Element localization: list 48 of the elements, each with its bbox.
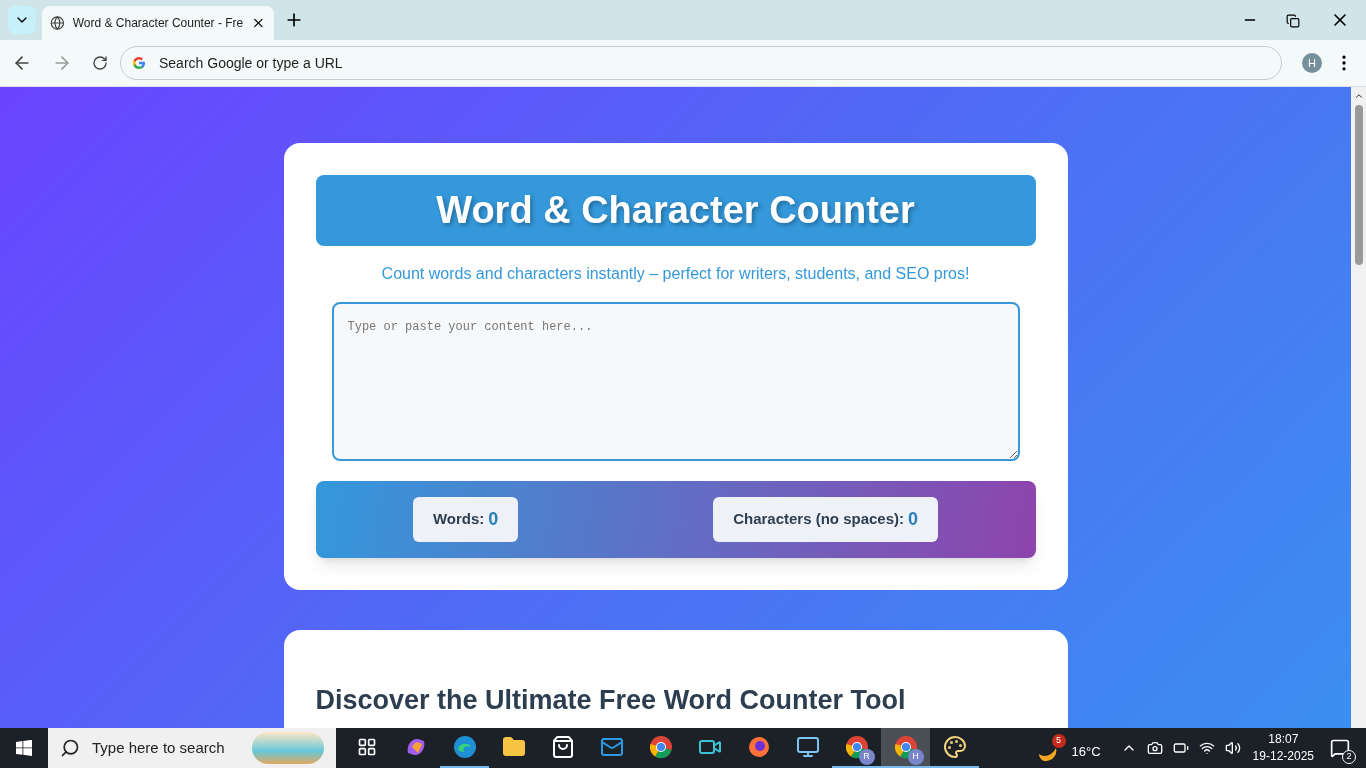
wave-logo-icon xyxy=(452,735,477,759)
beach-illustration-icon xyxy=(252,732,324,764)
volume-icon[interactable] xyxy=(1224,740,1241,756)
stat-value: 0 xyxy=(488,508,499,531)
address-bar[interactable]: Search Google or type a URL xyxy=(120,46,1282,80)
notification-count: 2 xyxy=(1342,750,1356,764)
address-input[interactable]: Search Google or type a URL xyxy=(159,52,1271,74)
task-view-icon xyxy=(356,737,377,757)
article-heading: Discover the Ultimate Free Word Counter Tool xyxy=(315,684,907,717)
camera-icon[interactable] xyxy=(1146,740,1163,756)
wifi-icon[interactable] xyxy=(1198,740,1215,756)
clock-time: 18:07 xyxy=(1268,731,1299,748)
weather-widget[interactable]: 5 16°C xyxy=(1035,732,1105,764)
palette-icon xyxy=(942,735,967,759)
mail-icon xyxy=(599,735,624,759)
taskbar-search-input[interactable]: Type here to search xyxy=(92,736,240,760)
weather-badge: 5 xyxy=(1051,734,1066,748)
search-icon xyxy=(60,738,80,758)
battery-icon[interactable] xyxy=(1172,740,1189,756)
restore-icon[interactable] xyxy=(1286,14,1300,28)
chrome-logo-icon xyxy=(844,735,869,759)
chrome-logo-icon xyxy=(893,735,918,759)
temperature: 16°C xyxy=(1071,743,1101,762)
stat-value: 0 xyxy=(908,508,919,531)
stat-label: Characters (no spaces): xyxy=(733,509,905,530)
tab-list-button[interactable] xyxy=(8,6,36,34)
browser-tab[interactable]: Word & Character Counter - Fre xyxy=(42,6,274,40)
google-logo-icon xyxy=(131,55,147,71)
chrome-logo-icon xyxy=(648,735,673,759)
text-input-field[interactable]: Type or paste your content here... xyxy=(331,302,1020,461)
reload-icon[interactable] xyxy=(92,55,108,71)
scrollbar-thumb[interactable] xyxy=(1354,105,1363,265)
notification-icon[interactable] xyxy=(1330,738,1350,758)
scrollbar[interactable] xyxy=(1351,87,1366,728)
taskbar-search[interactable]: Type here to search xyxy=(48,728,336,768)
tab-title: Word & Character Counter - Fre xyxy=(72,15,244,32)
scroll-up-icon[interactable] xyxy=(1353,91,1364,101)
clock-date: 19-12-2025 xyxy=(1252,748,1314,765)
computer-icon xyxy=(795,735,820,759)
folder-icon xyxy=(501,735,526,759)
tool-subtitle: Count words and characters instantly – perfect for writers, students, and SEO pros! xyxy=(381,264,970,284)
stat-label: Words: xyxy=(432,509,485,530)
globe-icon xyxy=(50,15,65,31)
clock[interactable]: 18:07 19-12-2025 xyxy=(1252,731,1314,765)
tool-title: Word & Character Counter xyxy=(315,175,1036,246)
bag-icon xyxy=(550,735,575,759)
windows-logo-icon xyxy=(16,740,32,756)
fox-logo-icon xyxy=(746,735,771,759)
